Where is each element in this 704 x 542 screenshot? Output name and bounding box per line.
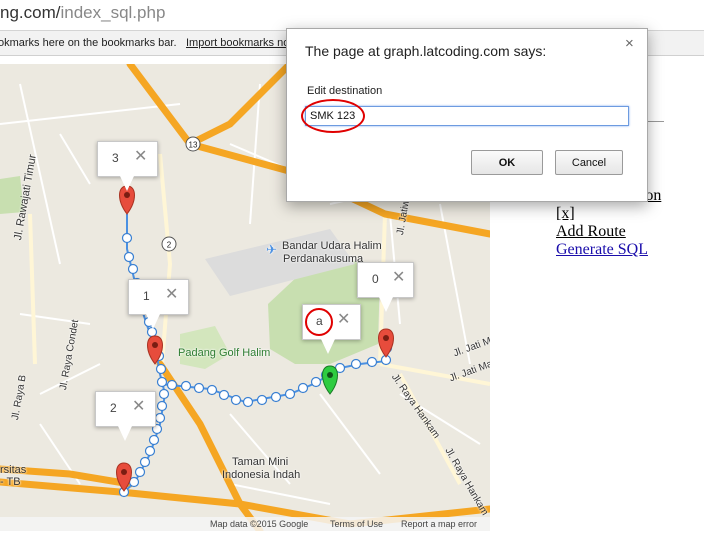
route-waypoint-dot[interactable]	[123, 251, 135, 263]
bookmarks-message: okmarks here on the bookmarks bar.	[0, 37, 177, 49]
secondary-roads	[28, 153, 490, 485]
info-window-tail	[379, 297, 393, 312]
info-window-text: 1	[143, 289, 150, 303]
ok-button[interactable]: OK	[471, 150, 543, 175]
route-waypoint-dot[interactable]	[156, 376, 168, 388]
url-path: index_sql.php	[60, 3, 166, 22]
info-window-text: 3	[112, 151, 119, 165]
close-icon[interactable]: ✕	[165, 287, 178, 303]
route-waypoint-dot[interactable]	[148, 434, 160, 446]
route-waypoint-dot[interactable]	[297, 382, 309, 394]
route-waypoint-dot[interactable]	[193, 382, 205, 394]
route-waypoint-dot[interactable]	[310, 376, 322, 388]
annotation-circle-a	[305, 308, 333, 336]
close-icon[interactable]: ✕	[337, 312, 350, 328]
label-airport-line2: Perdanakusuma	[283, 253, 364, 265]
svg-text:13: 13	[189, 141, 198, 150]
svg-text:2: 2	[167, 241, 172, 250]
prompt-dialog: The page at graph.latcoding.com says: × …	[286, 28, 648, 202]
route-waypoint-dot[interactable]	[144, 445, 156, 457]
route-waypoint-dot[interactable]	[139, 456, 151, 468]
info-window-tail	[120, 176, 134, 191]
url-domain: ng.com/	[0, 3, 61, 22]
info-window-0: 0 ✕	[357, 262, 414, 312]
label-tmii-line1: Taman Mini	[232, 456, 289, 468]
dialog-prompt-text: Edit destination	[307, 85, 383, 97]
map-footer: Map data ©2015 Google Terms of Use Repor…	[0, 517, 490, 531]
route-waypoint-dot[interactable]	[166, 379, 178, 391]
label-airport-line1: Bandar Udara Halim	[282, 240, 382, 252]
route-waypoint-dot[interactable]	[206, 384, 218, 396]
dialog-title: The page at graph.latcoding.com says:	[305, 43, 547, 59]
close-icon[interactable]: ✕	[134, 149, 147, 165]
route-waypoint-dot[interactable]	[154, 412, 166, 424]
label-rsitas-line2: - TB	[0, 476, 21, 488]
route-waypoint-dot[interactable]	[242, 396, 254, 408]
route-waypoint-dot[interactable]	[284, 388, 296, 400]
route-waypoint-dot[interactable]	[127, 263, 139, 275]
info-window-tail	[321, 339, 335, 354]
annotation-circle-input	[301, 99, 365, 133]
report-map-error-link[interactable]: Report a map error	[401, 519, 477, 529]
cancel-button[interactable]: Cancel	[555, 150, 623, 175]
map-data-credit: Map data ©2015 Google	[210, 519, 309, 529]
marker-a[interactable]	[322, 365, 338, 395]
route-shield-2: 2	[161, 236, 177, 252]
info-window-tail	[118, 426, 132, 441]
route-waypoint-dot[interactable]	[121, 232, 133, 244]
route-waypoint-dot[interactable]	[366, 356, 378, 368]
terms-of-use-link[interactable]: Terms of Use	[330, 519, 383, 529]
label-padang-golf-halim: Padang Golf Halim	[178, 347, 271, 359]
route-shield-13: 13	[185, 136, 201, 152]
remove-link[interactable]: [x]	[556, 205, 575, 223]
info-window-1: 1 ✕	[128, 279, 189, 329]
address-bar[interactable]: ng.com/index_sql.php	[0, 0, 704, 31]
route-waypoint-dot[interactable]	[256, 394, 268, 406]
route-waypoint-dot[interactable]	[158, 388, 170, 400]
label-tmii-line2: Indonesia Indah	[222, 469, 301, 481]
generate-sql-link[interactable]: Generate SQL	[556, 241, 648, 259]
info-window-2: 2 ✕	[95, 391, 156, 441]
info-window-3: 3 ✕	[97, 141, 158, 191]
route-waypoint-dot[interactable]	[230, 394, 242, 406]
route-waypoint-dot[interactable]	[134, 466, 146, 478]
info-window-text: 0	[372, 272, 379, 286]
close-icon[interactable]: ✕	[132, 399, 145, 415]
import-bookmarks-link[interactable]: Import bookmarks no	[186, 31, 289, 55]
info-window-text: 2	[110, 401, 117, 415]
route-waypoint-dot[interactable]	[180, 380, 192, 392]
add-route-link[interactable]: Add Route	[556, 223, 626, 241]
route-waypoint-dot[interactable]	[270, 391, 282, 403]
url-text[interactable]: ng.com/index_sql.php	[0, 3, 165, 23]
route-waypoint-dot[interactable]	[218, 389, 230, 401]
route-waypoint-dot[interactable]	[156, 400, 168, 412]
airport-icon: ✈	[266, 242, 277, 257]
route-waypoint-dot[interactable]	[155, 363, 167, 375]
info-window-tail	[146, 314, 160, 329]
close-icon[interactable]: ×	[625, 35, 634, 52]
label-rsitas-line1: rsitas	[0, 464, 27, 476]
route-waypoint-dot[interactable]	[350, 358, 362, 370]
close-icon[interactable]: ✕	[392, 270, 405, 286]
